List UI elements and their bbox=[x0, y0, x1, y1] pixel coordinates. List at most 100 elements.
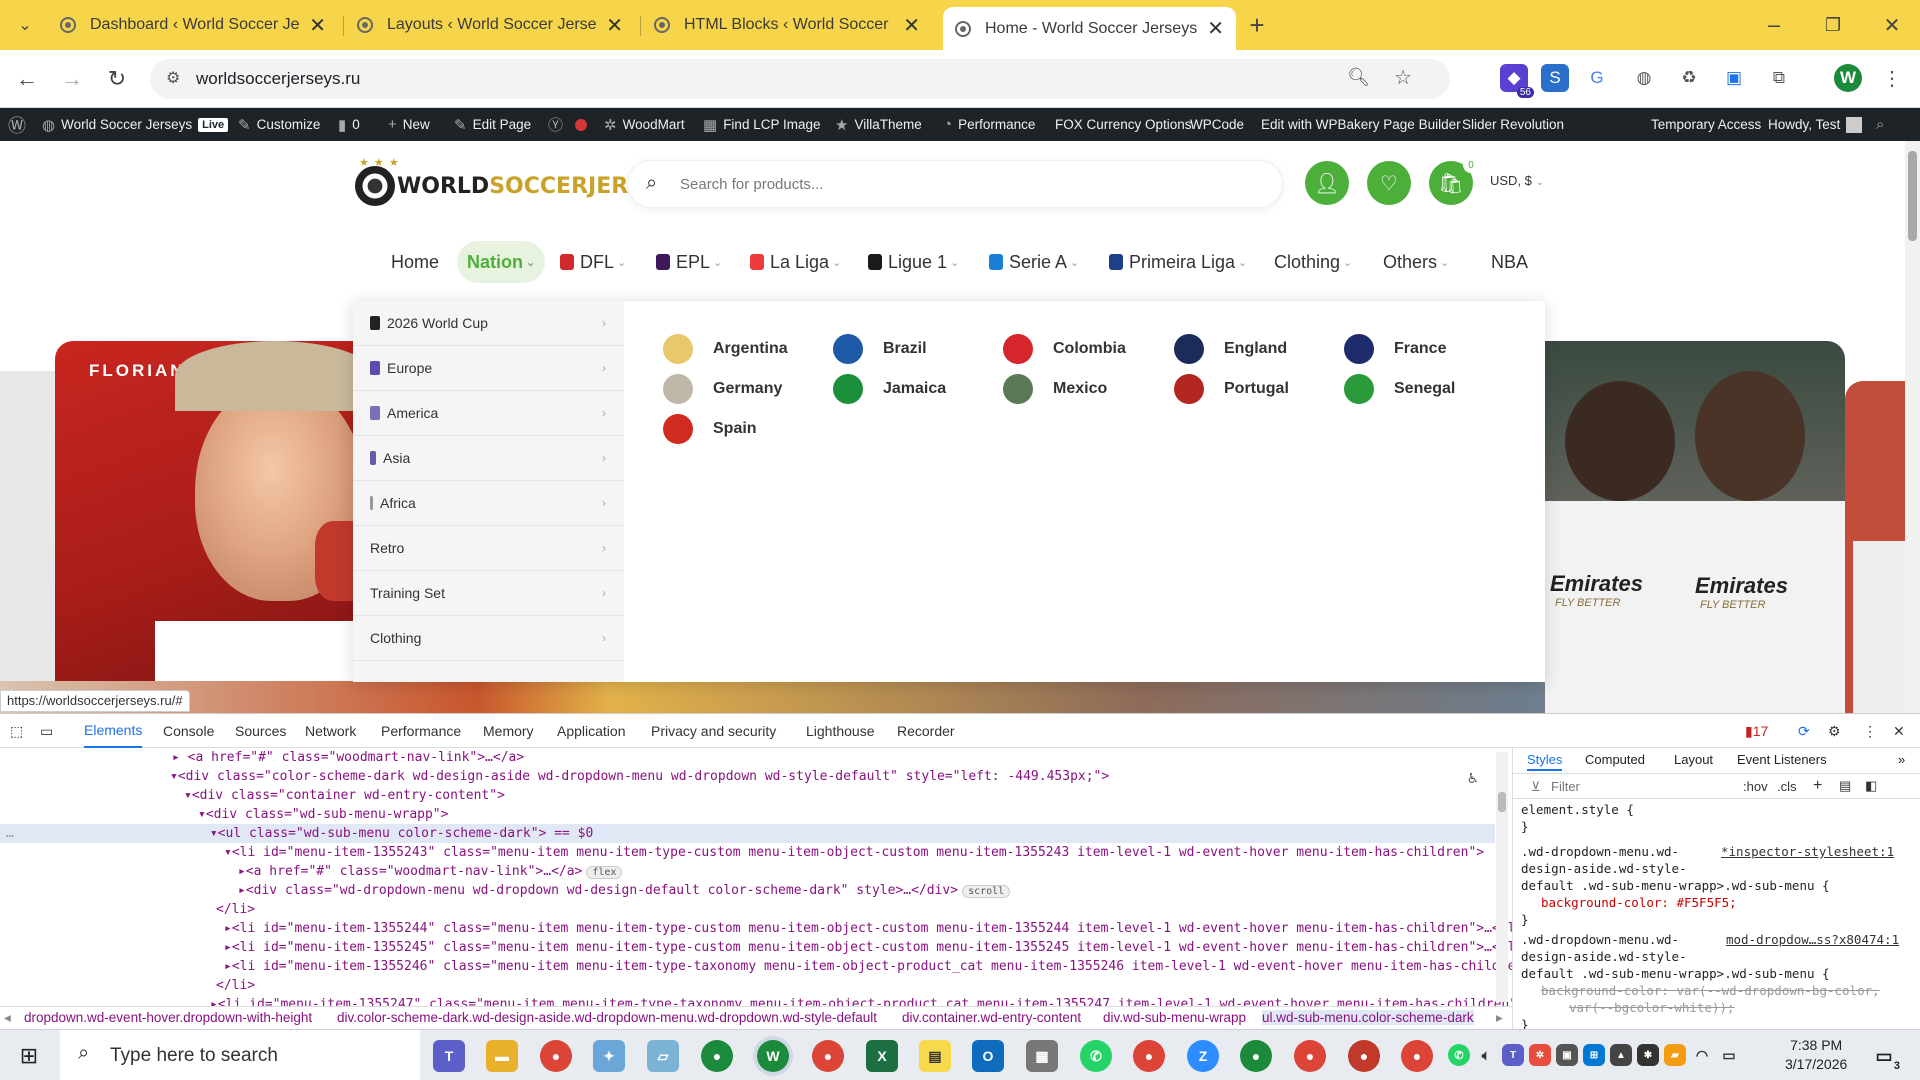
css-declaration[interactable]: background-color: #F5F5F5; bbox=[1541, 895, 1737, 910]
dom-node[interactable]: ▾<li id="menu-item-1355243" class="menu-… bbox=[224, 843, 1484, 862]
nav-item-ligue-1[interactable]: Ligue 1 ⌄ bbox=[858, 241, 969, 283]
accessibility-icon[interactable]: ♿︎ bbox=[1468, 768, 1478, 787]
tab-sources[interactable]: Sources bbox=[235, 714, 286, 748]
dom-node[interactable]: ▸<li id="menu-item-1355244" class="menu-… bbox=[224, 919, 1512, 938]
mega-side-item-america[interactable]: America › bbox=[353, 391, 624, 436]
dom-node[interactable]: ▸<a href="#" class="woodmart-nav-link">…… bbox=[238, 862, 623, 881]
nav-item-home[interactable]: Home bbox=[381, 241, 449, 283]
excel-icon[interactable]: X bbox=[866, 1040, 898, 1072]
breadcrumb-current[interactable]: ul.wd-sub-menu.color-scheme-dark bbox=[1262, 1010, 1474, 1025]
nav-item-primeira-liga[interactable]: Primeira Liga ⌄ bbox=[1099, 241, 1257, 283]
sticky-notes-icon[interactable]: ▤ bbox=[919, 1040, 951, 1072]
slider-revolution-link[interactable]: Slider Revolution bbox=[1462, 108, 1564, 141]
tab-recorder[interactable]: Recorder bbox=[897, 714, 955, 748]
country-england[interactable]: England bbox=[1174, 331, 1287, 367]
wpcode-link[interactable]: WPCode bbox=[1190, 108, 1244, 141]
fox-currency-link[interactable]: FOX Currency Options bbox=[1055, 108, 1192, 141]
nav-item-clothing[interactable]: Clothing ⌄ bbox=[1264, 241, 1362, 283]
woodmart-link[interactable]: ✲ WoodMart bbox=[604, 108, 685, 141]
profile-avatar[interactable]: W bbox=[1834, 64, 1862, 92]
dom-node[interactable]: ▸ <a href="#" class="woodmart-nav-link">… bbox=[172, 748, 524, 767]
close-window-icon[interactable]: ✕ bbox=[1875, 8, 1909, 42]
breadcrumb[interactable]: div.color-scheme-dark.wd-design-aside.wd… bbox=[337, 1010, 877, 1025]
css-selector[interactable]: default .wd-sub-menu-wrapp>.wd-sub-menu … bbox=[1521, 966, 1830, 981]
tab-dashboard[interactable]: Dashboard ‹ World Soccer Jerseys ✕ bbox=[48, 6, 338, 44]
close-icon[interactable]: ✕ bbox=[1207, 16, 1224, 41]
dom-node[interactable]: ▾<div class="container wd-entry-content"… bbox=[184, 786, 505, 805]
volume-icon[interactable]: 🔈︎ bbox=[1475, 1044, 1497, 1066]
country-portugal[interactable]: Portugal bbox=[1174, 371, 1289, 407]
nav-item-nation[interactable]: Nation ⌄ bbox=[457, 241, 546, 283]
camera-icon[interactable]: ▣ bbox=[1720, 64, 1748, 92]
restore-icon[interactable]: ❐ bbox=[1816, 8, 1850, 42]
rule-source-link[interactable]: mod-dropdow…ss?x80474:1 bbox=[1726, 932, 1899, 947]
dom-node[interactable]: </li> bbox=[216, 900, 255, 919]
country-brazil[interactable]: Brazil bbox=[833, 331, 927, 367]
menu-kebab-icon[interactable]: ⋮ bbox=[1878, 64, 1906, 92]
scrollbar-thumb[interactable] bbox=[1908, 151, 1917, 241]
chrome-icon[interactable]: ● bbox=[1133, 1040, 1165, 1072]
start-windows-icon[interactable]: ⊞ bbox=[12, 1039, 46, 1073]
tab-console[interactable]: Console bbox=[163, 714, 214, 748]
tab-html-blocks[interactable]: HTML Blocks ‹ World Soccer Jerseys ✕ bbox=[642, 6, 932, 44]
device-toolbar-icon[interactable]: ▭ bbox=[40, 714, 53, 748]
extension-icon[interactable]: ◆ 56 bbox=[1500, 64, 1534, 98]
close-devtools-icon[interactable]: ✕ bbox=[1893, 714, 1905, 748]
css-selector[interactable]: design-aside.wd-style- bbox=[1521, 949, 1687, 964]
chrome-icon[interactable]: ● bbox=[812, 1040, 844, 1072]
tray-app-icon[interactable]: ▰ bbox=[1664, 1044, 1686, 1066]
tray-app-icon[interactable]: ▲ bbox=[1610, 1044, 1632, 1066]
chrome-icon[interactable]: ● bbox=[540, 1040, 572, 1072]
css-selector[interactable]: design-aside.wd-style- bbox=[1521, 861, 1687, 876]
taskbar-search-input[interactable]: ⌕ Type here to search bbox=[60, 1030, 420, 1080]
extension-icon[interactable]: ♻ bbox=[1675, 64, 1703, 92]
product-search-input[interactable]: ⌕ Search for products... bbox=[628, 161, 1282, 207]
tab-home[interactable]: Home - World Soccer Jerseys ✕ bbox=[943, 7, 1236, 50]
dom-node[interactable]: </li> bbox=[216, 976, 255, 995]
reload-icon[interactable]: ↻ bbox=[100, 62, 134, 96]
nav-item-serie-a[interactable]: Serie A ⌄ bbox=[979, 241, 1089, 283]
calculator-icon[interactable]: ▦ bbox=[1026, 1040, 1058, 1072]
tray-defender-icon[interactable]: ⊞ bbox=[1583, 1044, 1605, 1066]
inspect-element-icon[interactable]: ⬚ bbox=[10, 714, 23, 748]
performance-link[interactable]: ◔ Performance bbox=[943, 108, 1035, 141]
villatheme-link[interactable]: ★ VillaTheme bbox=[835, 108, 922, 141]
close-icon[interactable]: ✕ bbox=[606, 13, 623, 38]
dom-node[interactable]: ▸<li id="menu-item-1355245" class="menu-… bbox=[224, 938, 1512, 957]
dom-node[interactable]: ▸<li id="menu-item-1355247" class="menu-… bbox=[210, 995, 1512, 1006]
nav-item-la-liga[interactable]: La Liga ⌄ bbox=[740, 241, 851, 283]
paint-icon[interactable]: ▤ bbox=[1839, 778, 1851, 794]
new-tab-icon[interactable]: + bbox=[1240, 8, 1274, 42]
site-name-link[interactable]: ◍ World Soccer Jerseys Live bbox=[42, 108, 229, 141]
country-senegal[interactable]: Senegal bbox=[1344, 371, 1455, 407]
tab-privacy-security[interactable]: Privacy and security bbox=[651, 714, 776, 748]
cart-button[interactable]: 🛍︎ 0 bbox=[1429, 157, 1479, 205]
tab-computed[interactable]: Computed bbox=[1585, 752, 1645, 767]
new-link[interactable]: + New bbox=[388, 108, 430, 141]
chrome-icon[interactable]: ● bbox=[1240, 1040, 1272, 1072]
country-spain[interactable]: Spain bbox=[663, 411, 757, 447]
close-icon[interactable]: ✕ bbox=[903, 13, 920, 38]
breadcrumb[interactable]: dropdown.wd-event-hover.dropdown-with-he… bbox=[24, 1010, 312, 1025]
css-declaration-overridden[interactable]: background-color: var(--wd-dropdown-bg-c… bbox=[1541, 983, 1880, 998]
mega-side-item-asia[interactable]: Asia › bbox=[353, 436, 624, 481]
back-icon[interactable]: ← bbox=[10, 62, 44, 96]
globe-icon[interactable]: ◍ bbox=[1630, 64, 1658, 92]
page-scrollbar[interactable] bbox=[1905, 141, 1920, 713]
file-explorer-icon[interactable]: ▬ bbox=[486, 1040, 518, 1072]
wifi-icon[interactable]: ◠ bbox=[1691, 1044, 1713, 1066]
tray-whatsapp-icon[interactable]: ✆ bbox=[1448, 1044, 1470, 1066]
nav-item-others[interactable]: Others ⌄ bbox=[1373, 241, 1459, 283]
sync-icon[interactable]: ⟳ bbox=[1798, 714, 1810, 748]
mega-side-item-clothing[interactable]: Clothing › bbox=[353, 616, 624, 661]
tab-application[interactable]: Application bbox=[557, 714, 626, 748]
zoom-icon[interactable]: 🔍︎ bbox=[1347, 67, 1370, 88]
tab-layout[interactable]: Layout bbox=[1674, 752, 1713, 767]
wishlist-button[interactable]: ♡ bbox=[1367, 161, 1411, 205]
tab-lighthouse[interactable]: Lighthouse bbox=[806, 714, 875, 748]
tab-memory[interactable]: Memory bbox=[483, 714, 534, 748]
dom-node[interactable]: ▾<div class="wd-sub-menu-wrapp"> bbox=[198, 805, 448, 824]
nav-item-epl[interactable]: EPL ⌄ bbox=[646, 241, 732, 283]
battery-icon[interactable]: ▭ bbox=[1718, 1044, 1740, 1066]
comments-link[interactable]: ▮ 0 bbox=[338, 108, 360, 141]
